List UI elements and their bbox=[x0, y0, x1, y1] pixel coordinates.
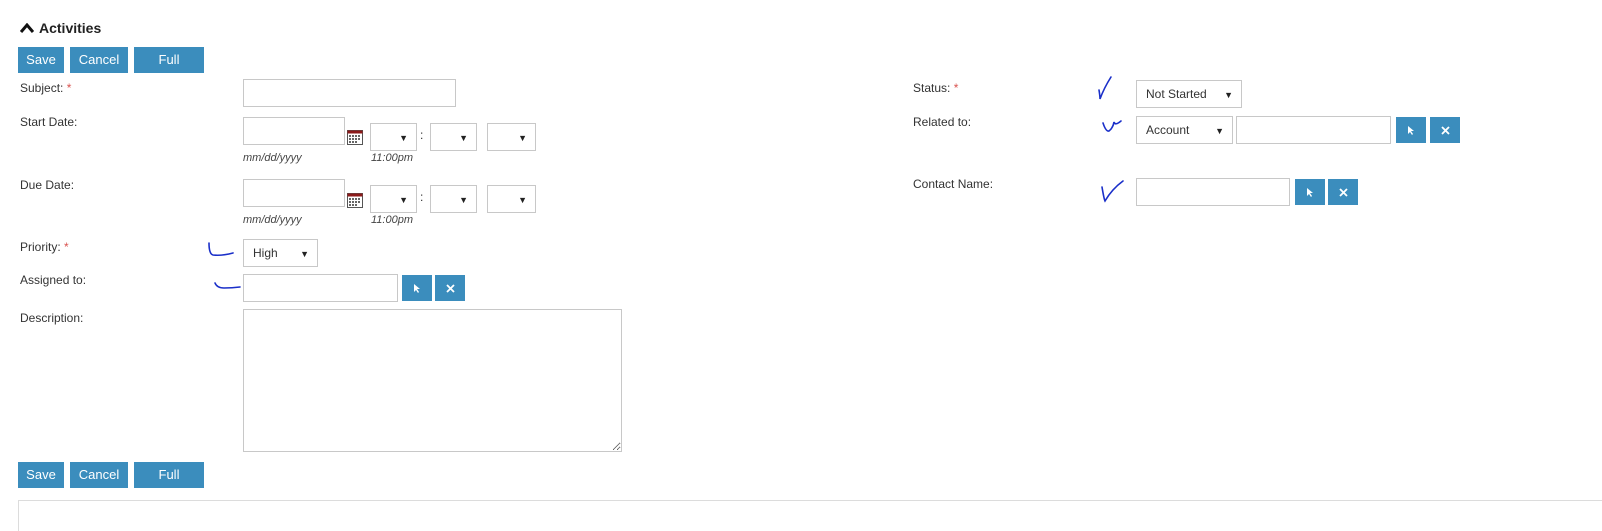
start-date-input[interactable] bbox=[243, 117, 345, 145]
x-icon bbox=[445, 283, 455, 293]
dropdown-arrow-icon: ▼ bbox=[399, 133, 408, 143]
start-hour-select[interactable]: ▼ bbox=[370, 123, 417, 151]
save-button-bottom[interactable]: Save bbox=[18, 462, 64, 488]
full-form-button-top[interactable]: Full Form bbox=[134, 47, 204, 93]
calendar-icon[interactable] bbox=[347, 192, 363, 208]
time-separator: : bbox=[420, 128, 424, 142]
handwritten-check-mark bbox=[1102, 120, 1122, 132]
start-time-format-hint: 11:00pm bbox=[371, 152, 413, 164]
next-panel-border bbox=[18, 500, 1602, 531]
status-label: Status: * bbox=[913, 81, 959, 95]
dropdown-arrow-icon: ▼ bbox=[459, 195, 468, 205]
start-ampm-select[interactable]: ▼ bbox=[487, 123, 536, 151]
due-hour-select[interactable]: ▼ bbox=[370, 185, 417, 213]
assigned-to-label: Assigned to: bbox=[20, 273, 87, 287]
subject-input[interactable] bbox=[243, 79, 456, 107]
section-title: Activities bbox=[39, 20, 102, 36]
related-to-label: Related to: bbox=[913, 115, 972, 129]
description-label: Description: bbox=[20, 311, 84, 325]
status-select[interactable]: Not Started ▼ bbox=[1136, 80, 1242, 108]
contact-name-select-button[interactable] bbox=[1295, 179, 1325, 205]
due-date-label: Due Date: bbox=[20, 178, 75, 192]
assigned-to-select-button[interactable] bbox=[402, 275, 432, 301]
save-button-top[interactable]: Save bbox=[18, 47, 64, 73]
calendar-icon[interactable] bbox=[347, 129, 363, 145]
subject-label: Subject: * bbox=[20, 81, 72, 95]
dropdown-arrow-icon: ▼ bbox=[1224, 90, 1233, 100]
full-form-button-bottom[interactable]: Full Form bbox=[134, 462, 204, 508]
x-icon bbox=[1440, 125, 1450, 135]
dropdown-arrow-icon: ▼ bbox=[459, 133, 468, 143]
description-textarea[interactable] bbox=[243, 309, 622, 452]
start-date-format-hint: mm/dd/yyyy bbox=[243, 152, 302, 164]
due-date-format-hint: mm/dd/yyyy bbox=[243, 214, 302, 226]
start-minute-select[interactable]: ▼ bbox=[430, 123, 477, 151]
chevron-up-icon bbox=[20, 23, 34, 33]
contact-name-label: Contact Name: bbox=[913, 177, 994, 191]
due-date-input[interactable] bbox=[243, 179, 345, 207]
priority-select[interactable]: High ▼ bbox=[243, 239, 318, 267]
due-minute-select[interactable]: ▼ bbox=[430, 185, 477, 213]
cancel-button-bottom[interactable]: Cancel bbox=[70, 462, 128, 488]
handwritten-check-mark bbox=[1101, 180, 1124, 203]
priority-label: Priority: * bbox=[20, 240, 69, 254]
cancel-button-top[interactable]: Cancel bbox=[70, 47, 128, 73]
dropdown-arrow-icon: ▼ bbox=[399, 195, 408, 205]
handwritten-check-mark bbox=[1098, 76, 1112, 100]
start-date-label: Start Date: bbox=[20, 115, 78, 129]
x-icon bbox=[1338, 187, 1348, 197]
assigned-to-input[interactable] bbox=[243, 274, 398, 302]
related-to-select-button[interactable] bbox=[1396, 117, 1426, 143]
cursor-arrow-icon bbox=[414, 284, 420, 293]
handwritten-underline-mark bbox=[214, 282, 241, 289]
time-separator: : bbox=[420, 190, 424, 204]
due-ampm-select[interactable]: ▼ bbox=[487, 185, 536, 213]
contact-name-input[interactable] bbox=[1136, 178, 1290, 206]
dropdown-arrow-icon: ▼ bbox=[1215, 126, 1224, 136]
cursor-arrow-icon bbox=[1307, 188, 1313, 197]
related-to-type-select[interactable]: Account ▼ bbox=[1136, 116, 1233, 144]
dropdown-arrow-icon: ▼ bbox=[518, 195, 527, 205]
contact-name-clear-button[interactable] bbox=[1328, 179, 1358, 205]
related-to-input[interactable] bbox=[1236, 116, 1391, 144]
section-header[interactable]: Activities bbox=[20, 20, 101, 36]
handwritten-underline-mark bbox=[208, 242, 234, 257]
cursor-arrow-icon bbox=[1408, 126, 1414, 135]
dropdown-arrow-icon: ▼ bbox=[300, 249, 309, 259]
related-to-clear-button[interactable] bbox=[1430, 117, 1460, 143]
assigned-to-clear-button[interactable] bbox=[435, 275, 465, 301]
dropdown-arrow-icon: ▼ bbox=[518, 133, 527, 143]
due-time-format-hint: 11:00pm bbox=[371, 214, 413, 226]
